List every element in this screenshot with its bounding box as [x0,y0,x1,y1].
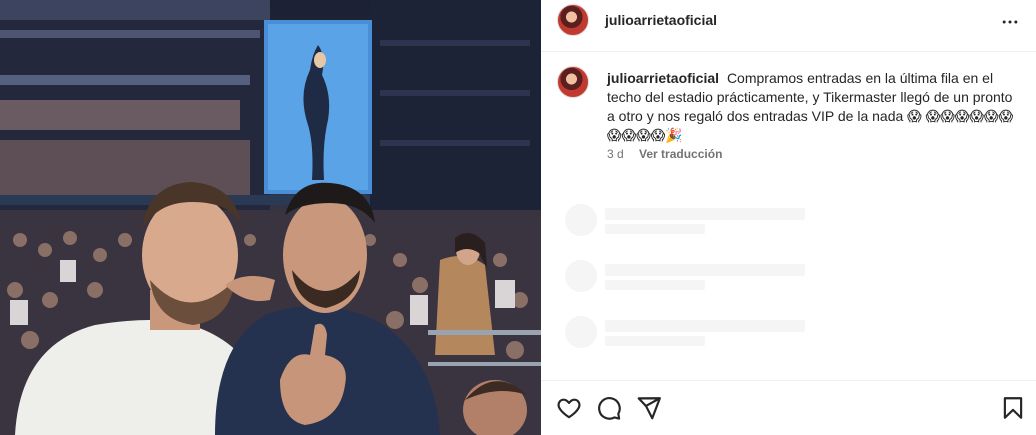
post-header: julioarrietaoficial [541,0,1036,52]
caption-meta: 3 d Ver traducción [607,147,722,161]
author-username[interactable]: julioarrietaoficial [605,12,717,28]
bookmark-icon[interactable] [1000,395,1026,421]
comment-skeleton [565,260,865,296]
author-avatar[interactable] [557,4,589,36]
caption-author-avatar[interactable] [557,66,589,98]
post-action-bar [541,380,1036,435]
comment-skeleton [565,204,865,240]
post-details-panel: julioarrietaoficial julioarrietaoficial … [541,0,1036,435]
see-translation-button[interactable]: Ver traducción [639,147,722,161]
caption: julioarrietaoficial Compramos entradas e… [607,69,1022,145]
caption-author-username[interactable]: julioarrietaoficial [607,70,719,86]
post-age[interactable]: 3 d [607,147,624,161]
post-photo[interactable] [0,0,541,435]
more-horizontal-icon[interactable] [1000,12,1020,32]
send-icon[interactable] [636,395,662,421]
concert-photo-illustration [0,0,541,435]
comment-skeleton [565,316,865,352]
heart-icon[interactable] [556,395,582,421]
comment-icon[interactable] [596,395,622,421]
